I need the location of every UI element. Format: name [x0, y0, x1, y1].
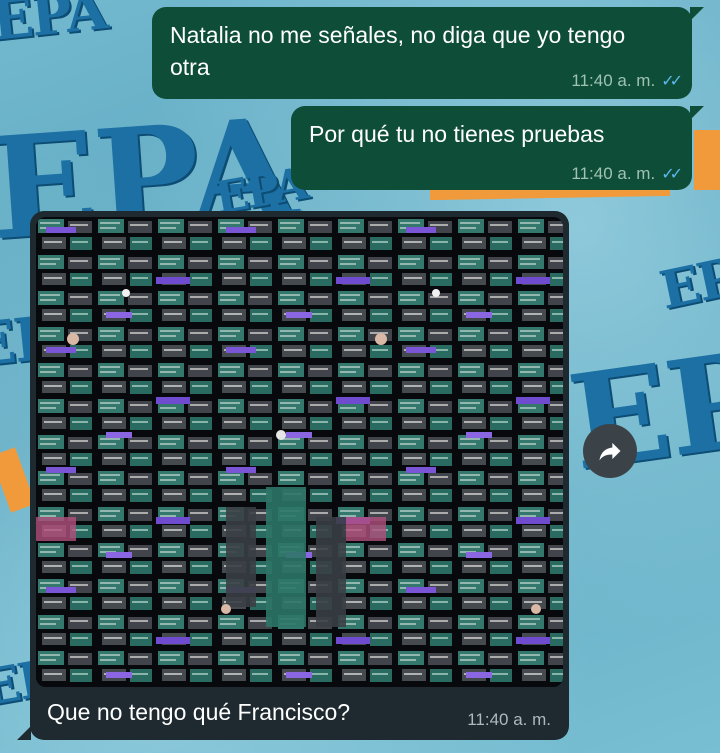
message-time: 11:40 a. m.	[571, 164, 656, 183]
bubble-tail	[690, 7, 704, 21]
forward-button[interactable]	[583, 424, 637, 478]
outgoing-message[interactable]: Natalia no me señales, no diga que yo te…	[152, 7, 692, 99]
bubble-tail	[17, 726, 31, 740]
bubble-tail	[690, 106, 704, 120]
double-check-icon: ✓✓	[661, 73, 683, 90]
message-time: 11:40 a. m.	[467, 710, 551, 729]
message-image[interactable]	[36, 217, 563, 687]
forward-arrow-icon	[599, 442, 621, 461]
message-meta: 11:40 a. m.	[467, 710, 551, 730]
outgoing-message[interactable]: Por qué tu no tienes pruebas 11:40 a. m.…	[291, 106, 692, 190]
wallpaper-orange-strip	[694, 130, 720, 190]
message-meta: 11:40 a. m. ✓✓	[571, 71, 683, 91]
image-caption: Que no tengo qué Francisco?	[47, 699, 351, 725]
message-meta: 11:40 a. m. ✓✓	[571, 164, 683, 184]
wallpaper-logo: EPA	[654, 239, 720, 322]
incoming-image-message[interactable]: Que no tengo qué Francisco? 11:40 a. m.	[30, 211, 569, 740]
message-text: Por qué tu no tienes pruebas	[309, 121, 605, 147]
wallpaper-logo: EPA	[0, 0, 109, 53]
double-check-icon: ✓✓	[661, 166, 683, 183]
image-collage-graphic	[36, 217, 563, 687]
message-time: 11:40 a. m.	[571, 71, 656, 90]
